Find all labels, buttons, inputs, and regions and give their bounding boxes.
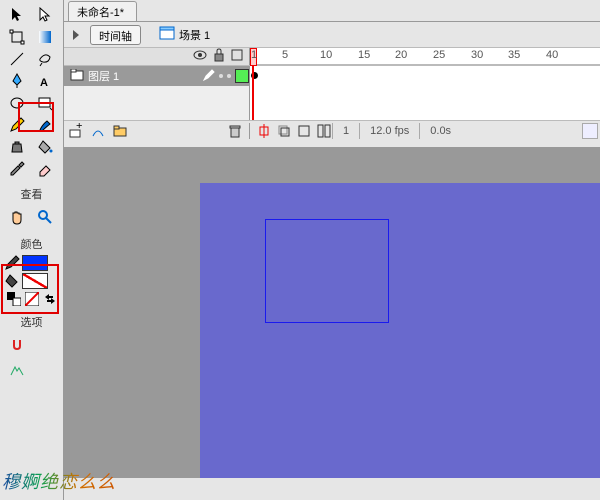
eyedropper-tool[interactable] <box>4 158 30 180</box>
option-4[interactable] <box>32 360 58 382</box>
center-frame-icon[interactable] <box>256 123 272 139</box>
black-white-swatch-icon[interactable] <box>7 292 21 306</box>
ruler-tick: 15 <box>358 49 370 61</box>
lasso-tool[interactable] <box>32 48 58 70</box>
snap-option[interactable] <box>4 334 30 356</box>
fps-value: 12.0 fps <box>359 123 419 139</box>
visibility-dot[interactable] <box>219 74 223 78</box>
frames-area[interactable] <box>250 66 600 120</box>
lock-icon[interactable] <box>213 48 225 65</box>
playhead[interactable] <box>252 66 254 120</box>
edit-multiple-frames-icon[interactable] <box>316 123 332 139</box>
add-folder-button[interactable] <box>112 123 128 139</box>
oval-tool[interactable] <box>4 92 30 114</box>
current-frame-value: 1 <box>332 123 359 139</box>
color-section-header: 颜色 <box>0 234 63 254</box>
free-transform-tool[interactable] <box>4 26 30 48</box>
option-3[interactable] <box>4 360 30 382</box>
outline-icon[interactable] <box>231 49 243 64</box>
outline-color-swatch[interactable] <box>235 69 249 83</box>
layer-icon <box>70 69 84 84</box>
onion-skin-icon[interactable] <box>276 123 292 139</box>
paint-bucket-tool[interactable] <box>32 136 58 158</box>
ink-bottle-tool[interactable] <box>4 136 30 158</box>
selection-tool[interactable] <box>4 4 30 26</box>
scroll-left-button[interactable] <box>582 123 598 139</box>
brush-tool[interactable] <box>32 114 58 136</box>
text-tool[interactable]: A <box>32 70 58 92</box>
eye-icon[interactable] <box>193 48 207 65</box>
pencil-icon <box>4 255 20 271</box>
delete-layer-button[interactable] <box>227 123 243 139</box>
view-section-header: 查看 <box>0 184 63 204</box>
hand-tool[interactable] <box>4 206 30 228</box>
stage[interactable] <box>200 183 600 478</box>
subselection-tool[interactable] <box>32 4 58 26</box>
onion-skin-outline-icon[interactable] <box>296 123 312 139</box>
ruler-tick: 1 <box>251 49 257 61</box>
fill-color-swatch[interactable] <box>22 273 48 289</box>
ruler-tick: 35 <box>508 49 520 61</box>
no-color-icon[interactable] <box>25 292 39 306</box>
bucket-icon <box>4 273 20 289</box>
timeline-collapse-arrow-icon[interactable] <box>68 27 84 43</box>
document-tabbar: 未命名-1* <box>64 0 600 22</box>
drawn-rectangle-shape[interactable] <box>265 219 389 323</box>
scene-bar: 时间轴 场景 1 <box>64 22 600 48</box>
eraser-tool[interactable] <box>32 158 58 180</box>
scene-icon <box>159 26 175 43</box>
zoom-tool[interactable] <box>32 206 58 228</box>
layers-list: 图层 1 <box>64 66 250 120</box>
layer-name: 图层 1 <box>88 68 119 84</box>
workspace: 未命名-1* 时间轴 场景 1 1 5 10 15 20 25 30 <box>64 0 600 500</box>
scene-label[interactable]: 场景 1 <box>179 27 210 43</box>
gradient-transform-tool[interactable] <box>32 26 58 48</box>
svg-text:A: A <box>40 77 48 89</box>
frame-ruler[interactable]: 1 5 10 15 20 25 30 35 40 <box>250 48 600 65</box>
svg-text:+: + <box>76 123 82 132</box>
swap-colors-icon[interactable] <box>43 292 57 306</box>
toolbox-panel: A 查看 颜色 选项 <box>0 0 64 500</box>
options-section-header: 选项 <box>0 312 63 332</box>
ruler-tick: 25 <box>433 49 445 61</box>
option-2[interactable] <box>32 334 58 356</box>
canvas-area[interactable] <box>64 148 600 478</box>
ruler-tick: 10 <box>320 49 332 61</box>
ruler-tick: 30 <box>471 49 483 61</box>
ruler-tick: 5 <box>282 49 288 61</box>
pencil-tool[interactable] <box>4 114 30 136</box>
timeline-button[interactable]: 时间轴 <box>90 25 141 45</box>
pen-tool[interactable] <box>4 70 30 92</box>
stroke-color-swatch[interactable] <box>22 255 48 271</box>
ruler-tick: 40 <box>546 49 558 61</box>
watermark-text: 穆婀绝恋么么 <box>2 468 116 494</box>
add-guide-layer-button[interactable] <box>90 123 106 139</box>
lock-dot[interactable] <box>227 74 231 78</box>
document-tab[interactable]: 未命名-1* <box>68 1 137 21</box>
line-tool[interactable] <box>4 48 30 70</box>
pencil-icon <box>203 69 215 84</box>
elapsed-time-value: 0.0s <box>419 123 461 139</box>
layer-column-header <box>64 48 250 65</box>
ruler-tick: 20 <box>395 49 407 61</box>
add-layer-button[interactable]: + <box>68 123 84 139</box>
layer-row[interactable]: 图层 1 <box>64 66 249 86</box>
rectangle-tool[interactable] <box>32 92 58 114</box>
timeline-panel: 1 5 10 15 20 25 30 35 40 图层 1 <box>64 48 600 148</box>
